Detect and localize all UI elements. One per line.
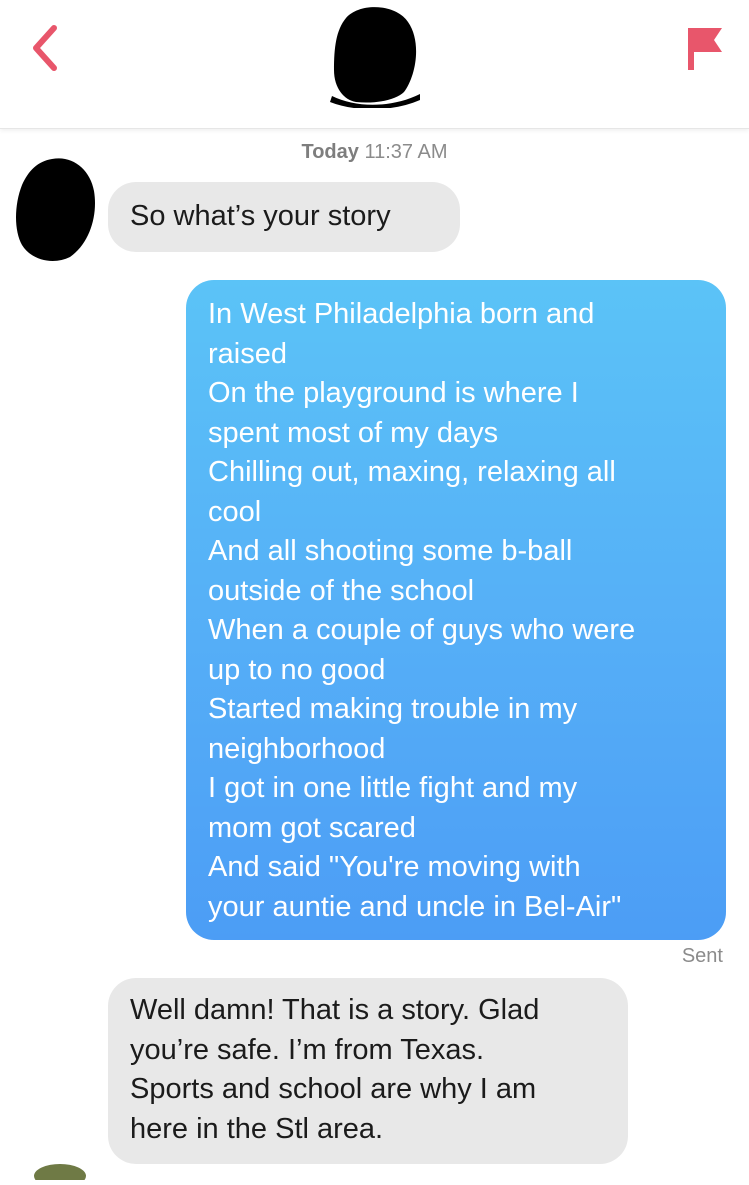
message-bubble-outgoing[interactable]: In West Philadelphia born and raised On … xyxy=(186,280,726,940)
message-line: So what’s your story xyxy=(130,200,391,232)
redacted-avatar-scribble xyxy=(16,158,95,261)
message-line: When a couple of guys who were xyxy=(208,614,636,646)
message-line: Well damn! That is a story. Glad xyxy=(130,994,540,1026)
avatar-edge xyxy=(34,1164,86,1185)
message-line: I got in one little fight and my xyxy=(208,772,578,804)
report-button[interactable] xyxy=(682,22,726,74)
message-line: your auntie and uncle in Bel-Air" xyxy=(208,890,622,923)
message-line: Started making trouble in my xyxy=(208,693,578,725)
message-line: And all shooting some b-ball xyxy=(208,535,573,567)
message-line: here in the Stl area. xyxy=(130,1112,384,1145)
message-line: Sports and school are why I am xyxy=(130,1073,537,1105)
sender-avatar-partial xyxy=(30,1160,90,1185)
message-line: On the playground is where I xyxy=(208,377,579,409)
match-avatar[interactable] xyxy=(326,4,422,110)
message-line: spent most of my days xyxy=(208,416,499,449)
message-bubble-incoming[interactable]: Well damn! That is a story. Glad you’re … xyxy=(108,978,628,1164)
message-bubble-incoming[interactable]: So what’s your story xyxy=(108,182,460,252)
message-line: mom got scared xyxy=(208,811,416,844)
timestamp-time: 11:37 AM xyxy=(364,141,448,163)
message-line: outside of the school xyxy=(208,574,475,607)
chat-header xyxy=(0,0,749,129)
message-line: you’re safe. I’m from Texas. xyxy=(130,1033,485,1066)
message-line: And said "You're moving with xyxy=(208,851,581,883)
redacted-avatar-scribble xyxy=(330,7,420,110)
message-timestamp: Today 11:37 AM xyxy=(0,141,749,164)
message-line: up to no good xyxy=(208,653,386,686)
message-line: In West Philadelphia born and xyxy=(208,298,595,330)
message-status: Sent xyxy=(681,945,723,967)
back-button[interactable] xyxy=(24,22,68,74)
timestamp-day: Today xyxy=(301,141,359,163)
message-line: Chilling out, maxing, relaxing all xyxy=(208,456,616,488)
flag-icon xyxy=(688,28,722,70)
sender-avatar[interactable] xyxy=(12,155,98,265)
chevron-left-icon xyxy=(33,25,57,71)
message-line: raised xyxy=(208,337,287,370)
message-line: cool xyxy=(208,495,262,528)
message-line: neighborhood xyxy=(208,732,386,765)
